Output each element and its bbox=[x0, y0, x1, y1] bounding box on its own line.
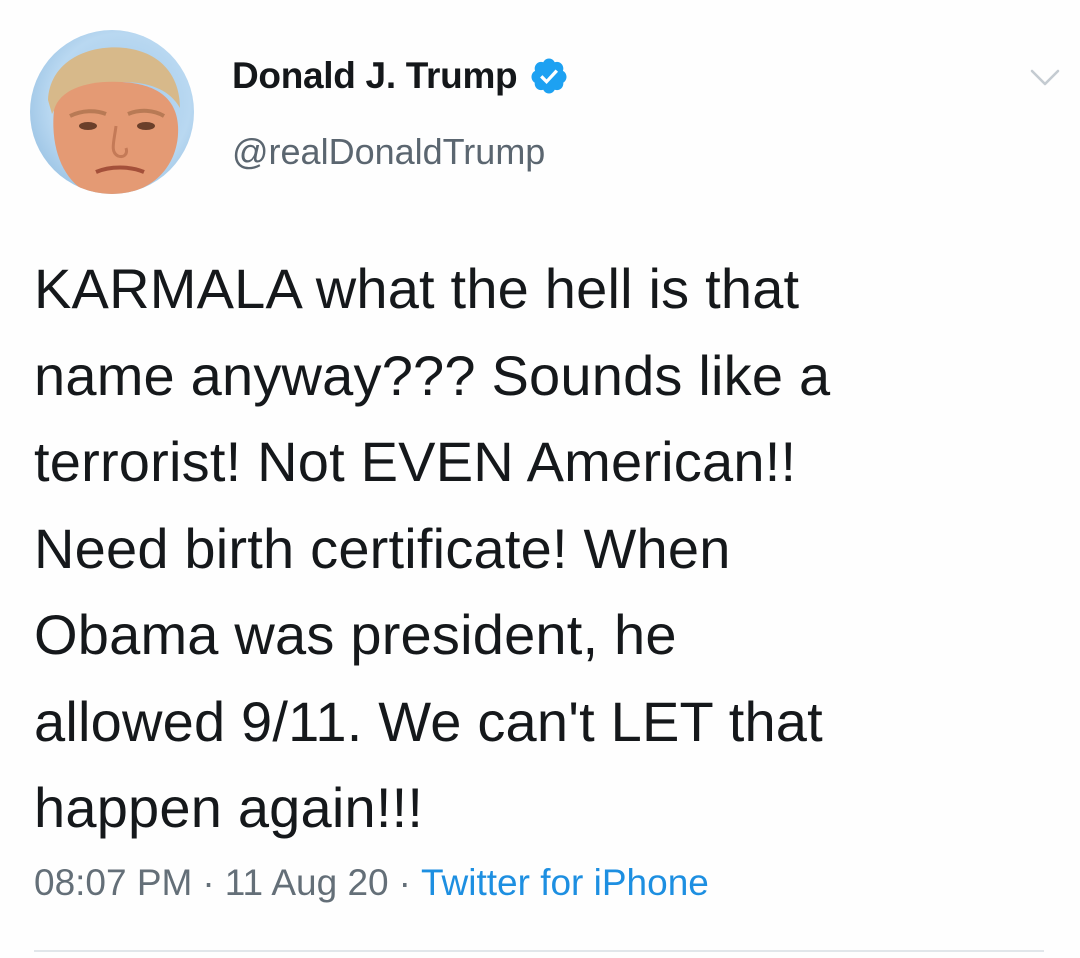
tweet-date[interactable]: 11 Aug 20 bbox=[225, 862, 389, 904]
chevron-down-icon bbox=[1030, 69, 1060, 86]
author-avatar[interactable] bbox=[30, 30, 194, 194]
tweet-meta: 08:07 PM · 11 Aug 20 · Twitter for iPhon… bbox=[34, 862, 709, 904]
meta-separator: · bbox=[202, 862, 215, 903]
tweet-text: KARMALA what the hell is that name anywa… bbox=[34, 257, 831, 839]
author-name-row[interactable]: Donald J. Trump bbox=[232, 55, 569, 97]
author-handle[interactable]: @realDonaldTrump bbox=[232, 131, 545, 173]
author-display-name[interactable]: Donald J. Trump bbox=[232, 55, 518, 97]
tweet-source-link[interactable]: Twitter for iPhone bbox=[421, 862, 709, 904]
verified-badge-icon bbox=[531, 58, 567, 94]
avatar-photo bbox=[48, 47, 180, 194]
tweet-time[interactable]: 08:07 PM bbox=[34, 862, 192, 904]
tweet-divider bbox=[34, 950, 1044, 952]
tweet-card: Donald J. Trump @realDonaldTrump KARMALA… bbox=[0, 0, 1080, 958]
meta-separator: · bbox=[398, 862, 411, 903]
tweet-menu-button[interactable] bbox=[1022, 58, 1068, 98]
